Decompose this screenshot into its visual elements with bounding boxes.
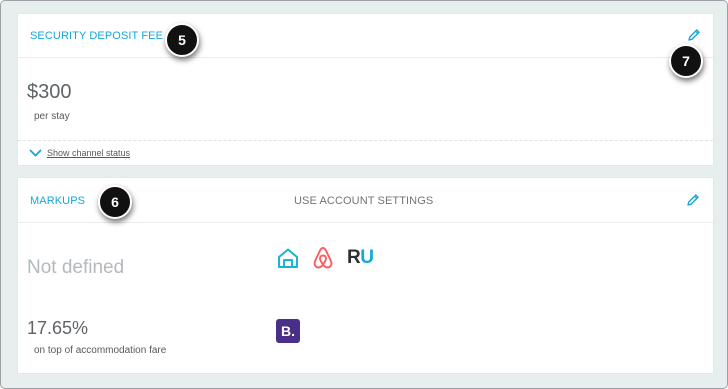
markup-not-defined: Not defined bbox=[27, 257, 125, 278]
markups-title: MARKUPS bbox=[30, 195, 86, 207]
chevron-down-icon bbox=[29, 149, 42, 157]
booking-icon: B. bbox=[276, 319, 300, 343]
dashed-divider bbox=[18, 140, 713, 141]
ru-logo-r: R bbox=[347, 247, 361, 268]
show-channel-status-link[interactable]: Show channel status bbox=[29, 148, 130, 158]
airbnb-icon bbox=[313, 247, 333, 269]
security-deposit-title: SECURITY DEPOSIT FEE bbox=[30, 30, 164, 42]
deposit-amount: $300 bbox=[27, 81, 72, 103]
security-deposit-card: SECURITY DEPOSIT FEE $300 per stay Show … bbox=[17, 13, 714, 166]
security-deposit-header: SECURITY DEPOSIT FEE bbox=[18, 14, 713, 58]
edit-pencil-icon[interactable] bbox=[686, 193, 700, 207]
markup-percent-desc: on top of accommodation fare bbox=[34, 345, 167, 356]
callout-badge-6: 6 bbox=[98, 185, 132, 219]
homeaway-icon bbox=[278, 248, 298, 268]
use-account-settings-label: USE ACCOUNT SETTINGS bbox=[294, 195, 434, 207]
callout-badge-7: 7 bbox=[669, 44, 703, 78]
booking-logo-text: B. bbox=[281, 323, 295, 339]
markup-percent: 17.65% bbox=[27, 318, 89, 338]
deposit-unit: per stay bbox=[34, 111, 70, 122]
show-channel-status-label: Show channel status bbox=[47, 148, 131, 158]
rentals-united-icon: RU bbox=[347, 247, 374, 268]
callout-badge-5: 5 bbox=[165, 23, 199, 57]
screenshot-frame: SECURITY DEPOSIT FEE $300 per stay Show … bbox=[0, 0, 728, 389]
ru-logo-u: U bbox=[360, 247, 374, 268]
edit-pencil-icon[interactable] bbox=[687, 28, 701, 42]
